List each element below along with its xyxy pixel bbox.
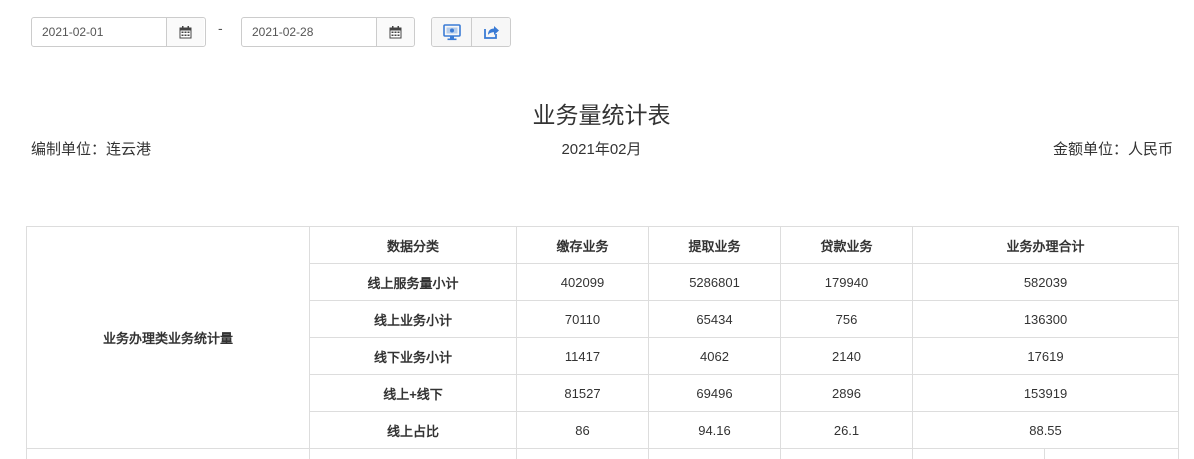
view-report-button[interactable] xyxy=(432,18,471,46)
start-date-calendar-button[interactable] xyxy=(166,18,204,46)
report-toolbar xyxy=(431,17,511,47)
table-cell xyxy=(912,448,1045,459)
table-row-partial xyxy=(26,448,1180,459)
table-cell xyxy=(780,448,913,459)
end-date-calendar-button[interactable] xyxy=(376,18,414,46)
end-date-group xyxy=(241,17,415,47)
table-cell: 86 xyxy=(516,411,649,449)
row-label: 线下业务小计 xyxy=(309,337,517,375)
group-label-cell: 业务办理类业务统计量 xyxy=(26,226,310,449)
table-cell: 94.16 xyxy=(648,411,781,449)
report-title: 业务量统计表 xyxy=(532,102,671,128)
column-header: 缴存业务 xyxy=(516,226,649,264)
table-cell: 70110 xyxy=(516,300,649,338)
table-cell: 26.1 xyxy=(780,411,913,449)
table-cell: 65434 xyxy=(648,300,781,338)
table-cell xyxy=(648,448,781,459)
column-header: 业务办理合计 xyxy=(911,226,1180,264)
currency-unit: 金额单位：人民币 xyxy=(1052,141,1173,158)
end-date-input[interactable] xyxy=(242,18,376,46)
column-header: 贷款业务 xyxy=(780,226,913,264)
table-cell: 136300 xyxy=(911,300,1180,338)
table-header-row: 业务办理类业务统计量 数据分类 缴存业务 提取业务 贷款业务 业务办理合计 xyxy=(26,226,1180,449)
table-cell xyxy=(309,448,517,459)
row-label: 线上服务量小计 xyxy=(309,263,517,301)
table-cell: 582039 xyxy=(911,263,1180,301)
table-cell: 2140 xyxy=(780,337,913,375)
monitor-icon xyxy=(442,23,461,40)
row-label: 线上业务小计 xyxy=(309,300,517,338)
table-cell: 5286801 xyxy=(648,263,781,301)
column-header: 提取业务 xyxy=(648,226,781,264)
table-cell: 69496 xyxy=(648,374,781,412)
table-cell xyxy=(26,448,310,459)
row-label: 线上占比 xyxy=(309,411,517,449)
table-cell: 153919 xyxy=(911,374,1180,412)
row-label: 线上+线下 xyxy=(309,374,517,412)
table-cell: 402099 xyxy=(516,263,649,301)
table-cell: 17619 xyxy=(911,337,1180,375)
report-period: 2021年02月 xyxy=(561,141,642,158)
table-cell: 4062 xyxy=(648,337,781,375)
table-cell xyxy=(516,448,649,459)
table-cell: 2896 xyxy=(780,374,913,412)
table-cell: 756 xyxy=(780,300,913,338)
calendar-icon xyxy=(179,25,192,38)
date-range-separator: - xyxy=(218,20,223,36)
start-date-group xyxy=(31,17,206,47)
table-cell xyxy=(1043,448,1180,459)
table-cell: 11417 xyxy=(516,337,649,375)
share-export-icon xyxy=(483,26,499,39)
table-cell: 179940 xyxy=(780,263,913,301)
statistics-table: 业务办理类业务统计量 数据分类 缴存业务 提取业务 贷款业务 业务办理合计 线上… xyxy=(26,226,1180,459)
export-button[interactable] xyxy=(471,18,510,46)
table-cell: 88.55 xyxy=(911,411,1180,449)
column-header: 数据分类 xyxy=(309,226,517,264)
start-date-input[interactable] xyxy=(32,18,166,46)
table-cell: 81527 xyxy=(516,374,649,412)
calendar-icon xyxy=(389,25,402,38)
